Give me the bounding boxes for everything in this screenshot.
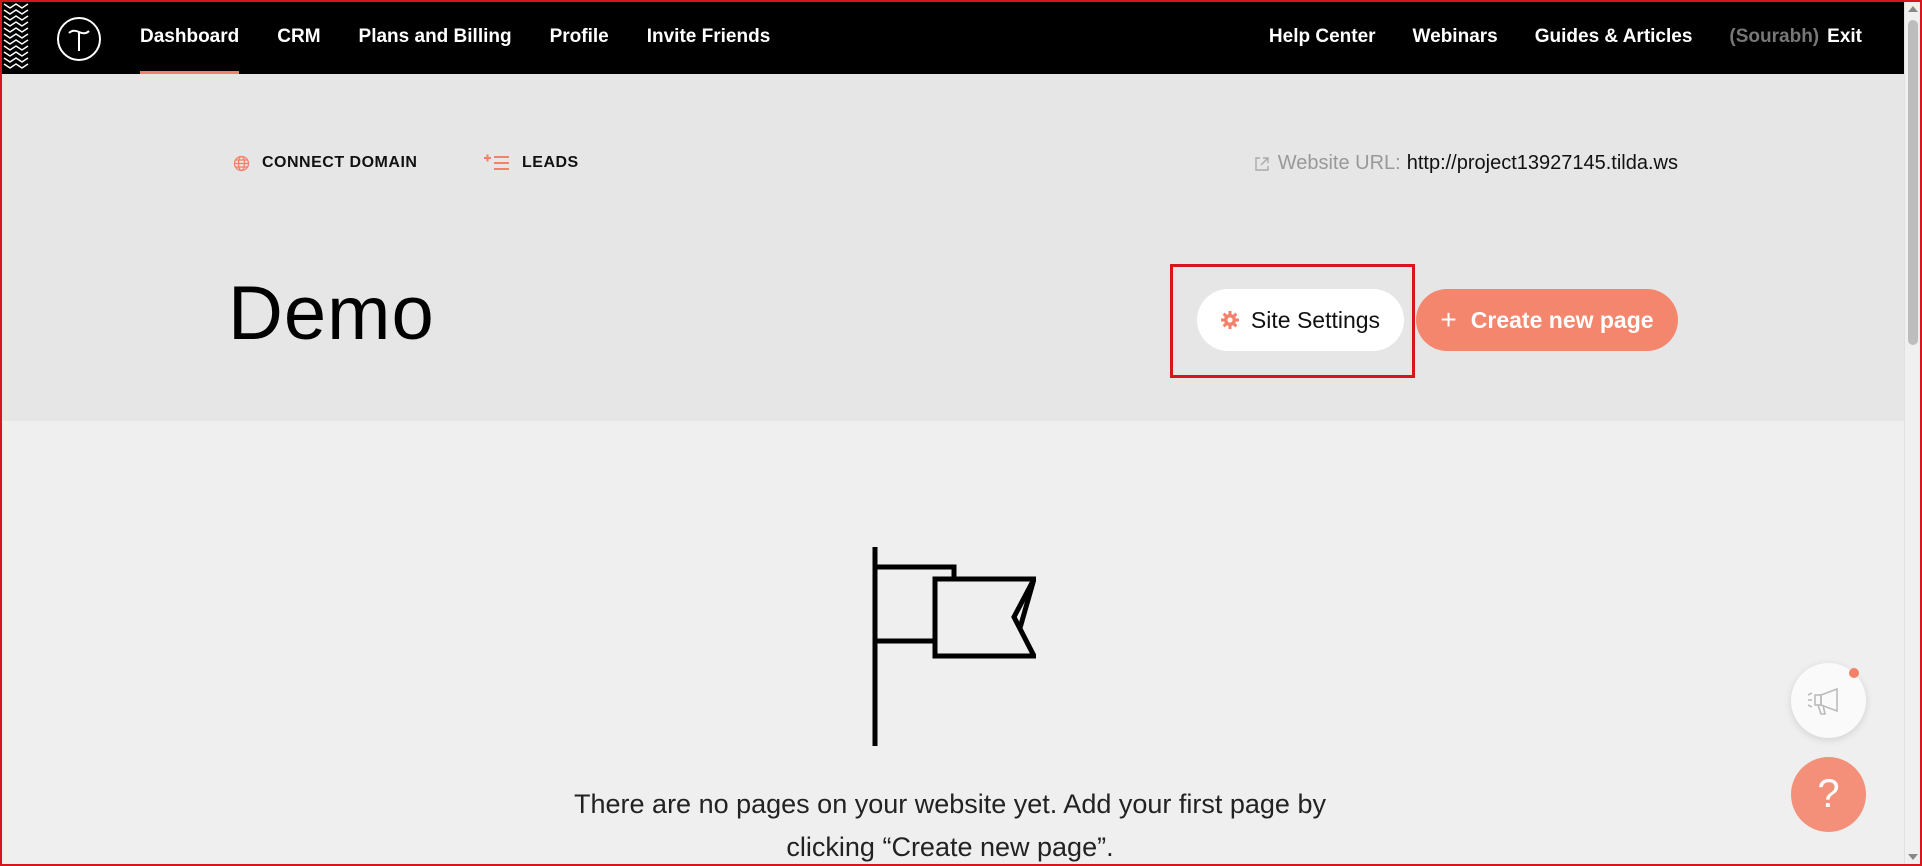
nav-crm[interactable]: CRM xyxy=(277,0,320,74)
website-url-value[interactable]: http://project13927145.tilda.ws xyxy=(1407,152,1678,175)
empty-state-message: There are no pages on your website yet. … xyxy=(574,789,1326,862)
announcements-button[interactable] xyxy=(1791,663,1866,738)
leads-label: LEADS xyxy=(522,154,579,171)
vertical-scrollbar[interactable] xyxy=(1904,0,1920,866)
help-button[interactable]: ? xyxy=(1791,757,1866,832)
nav-invite-friends[interactable]: Invite Friends xyxy=(647,0,771,74)
nav-dashboard[interactable]: Dashboard xyxy=(140,0,240,74)
nav-help-center[interactable]: Help Center xyxy=(1269,26,1376,48)
project-title: Demo xyxy=(228,271,435,356)
scrollbar-thumb[interactable] xyxy=(1908,20,1918,345)
scroll-down-arrow-icon[interactable] xyxy=(1908,854,1918,860)
leads-list-icon xyxy=(484,154,509,170)
project-header: CONNECT DOMAIN LEADS Website URL: http:/… xyxy=(0,74,1904,421)
connect-domain-label: CONNECT DOMAIN xyxy=(262,154,418,171)
create-new-page-button[interactable]: + Create new page xyxy=(1416,289,1678,351)
gear-icon xyxy=(1220,311,1239,329)
notification-dot xyxy=(1849,668,1859,678)
flag-icon xyxy=(872,547,1036,746)
website-url: Website URL: http://project13927145.tild… xyxy=(1254,152,1678,175)
connect-domain-link[interactable]: CONNECT DOMAIN xyxy=(233,154,417,172)
plus-icon: + xyxy=(1440,304,1457,335)
zigzag-decoration-icon xyxy=(3,3,29,69)
exit-link[interactable]: Exit xyxy=(1827,26,1862,48)
nav-guides-articles[interactable]: Guides & Articles xyxy=(1535,26,1693,48)
secondary-nav: Help Center Webinars Guides & Articles (… xyxy=(1232,0,1862,74)
external-link-icon xyxy=(1254,156,1269,171)
tilda-logo-icon[interactable] xyxy=(57,17,101,61)
primary-nav: Dashboard CRM Plans and Billing Profile … xyxy=(140,0,808,74)
megaphone-icon xyxy=(1807,687,1838,715)
site-settings-label: Site Settings xyxy=(1250,306,1381,333)
website-url-label: Website URL: xyxy=(1277,152,1401,174)
create-new-page-label: Create new page xyxy=(1470,306,1654,333)
nav-webinars[interactable]: Webinars xyxy=(1413,26,1498,48)
scroll-up-arrow-icon[interactable] xyxy=(1908,6,1918,12)
nav-profile[interactable]: Profile xyxy=(550,0,609,74)
top-navigation-bar: Dashboard CRM Plans and Billing Profile … xyxy=(0,0,1904,74)
leads-link[interactable]: LEADS xyxy=(484,154,579,172)
globe-icon xyxy=(233,155,250,171)
site-settings-button[interactable]: Site Settings xyxy=(1197,289,1404,351)
username-label: (Sourabh) xyxy=(1729,26,1820,47)
nav-plans-and-billing[interactable]: Plans and Billing xyxy=(359,0,512,74)
